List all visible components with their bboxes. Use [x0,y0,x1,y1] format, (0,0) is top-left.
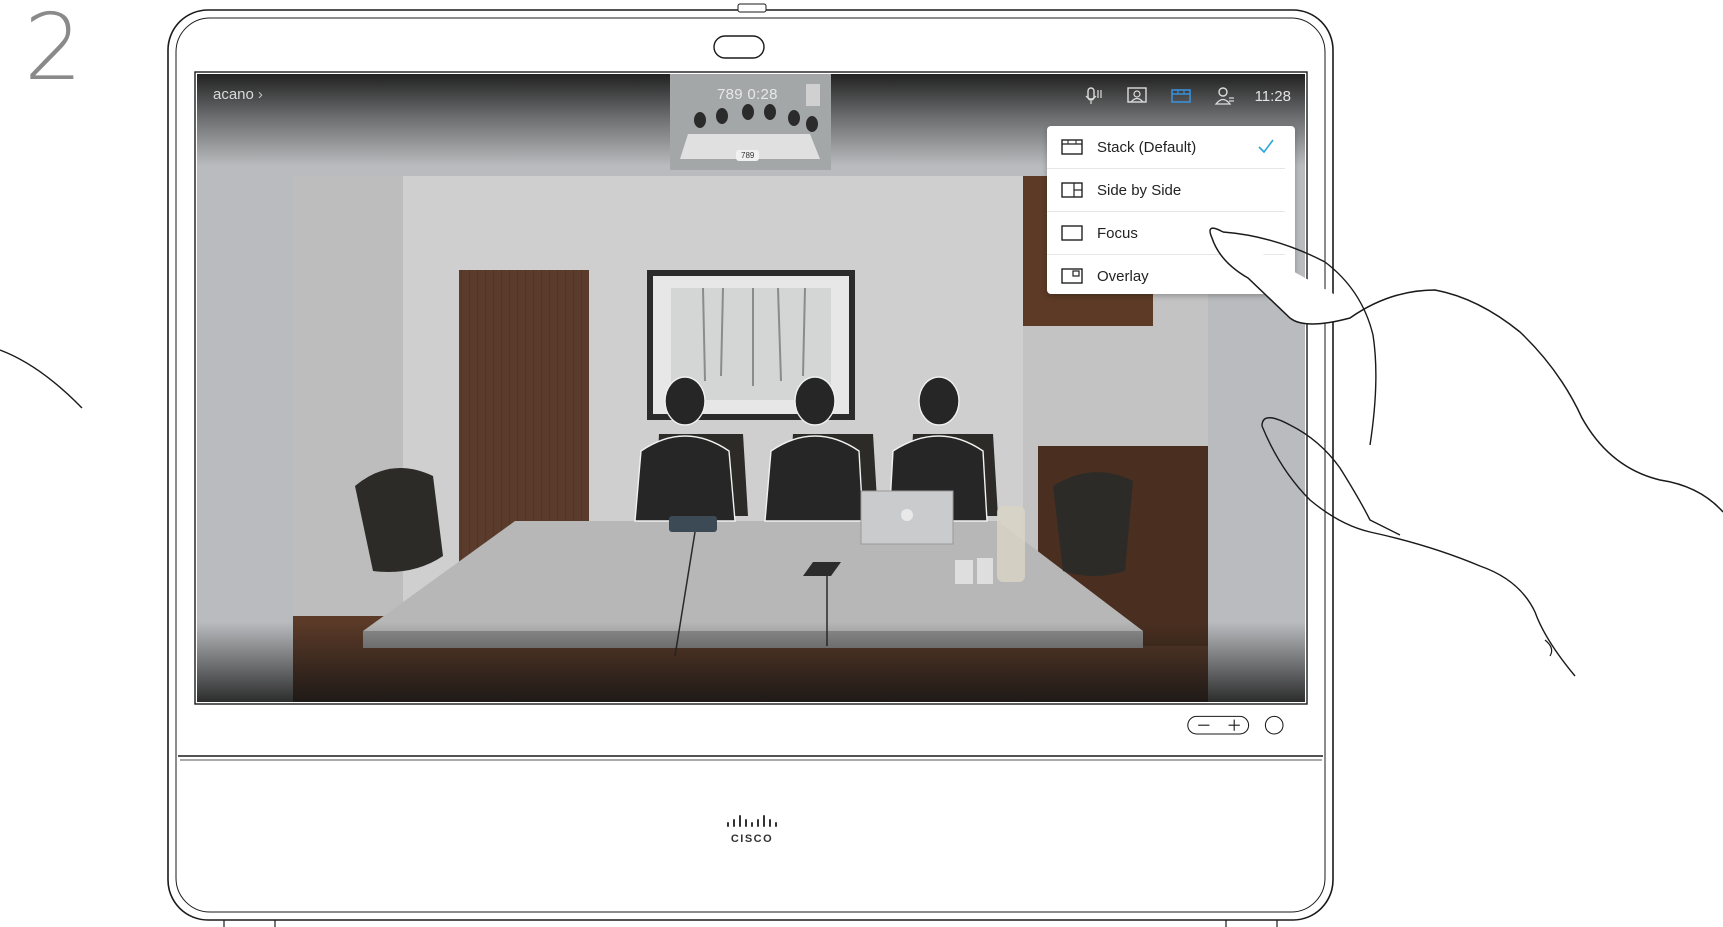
participants-icon[interactable] [1213,85,1237,107]
layout-menu: Stack (Default) Side by Side Focus Overl… [1047,126,1295,294]
layout-option-label: Side by Side [1097,181,1182,199]
volume-control[interactable] [1187,715,1250,735]
microphone-icon[interactable] [1081,85,1105,107]
layout-option-overlay[interactable]: Overlay [1047,255,1285,297]
room-name[interactable]: acano › [213,86,263,103]
layout-option-label: Focus [1097,224,1138,242]
home-button[interactable] [1264,715,1284,735]
stack-layout-icon [1061,139,1083,155]
layout-option-label: Stack (Default) [1097,138,1197,156]
clock: 11:28 [1254,87,1291,105]
room-name-label: acano [213,86,254,103]
side-by-side-layout-icon [1061,182,1083,198]
self-view-tag: 789 [736,150,760,161]
overlay-layout-icon [1061,268,1083,284]
focus-layout-icon [1061,225,1083,241]
layout-option-label: Overlay [1097,267,1149,285]
screen: 789 acano › 789 0:28 11:28 Stack (Default… [197,74,1305,702]
status-bar: 11:28 [1061,84,1291,108]
layout-icon[interactable] [1169,85,1193,107]
chevron-right-icon: › [257,86,263,103]
checkmark-icon [1258,139,1274,154]
call-info: 789 0:28 [717,86,778,103]
device-controls [1187,715,1284,735]
cisco-logo: CISCO [724,814,780,845]
cisco-wordmark: CISCO [730,833,774,845]
layout-option-stack[interactable]: Stack (Default) [1047,126,1285,169]
layout-option-side-by-side[interactable]: Side by Side [1047,169,1285,212]
bottom-gradient [197,622,1305,702]
layout-option-focus[interactable]: Focus [1047,212,1285,255]
presentation-icon[interactable] [1125,85,1149,107]
cisco-bars-icon [727,815,777,827]
